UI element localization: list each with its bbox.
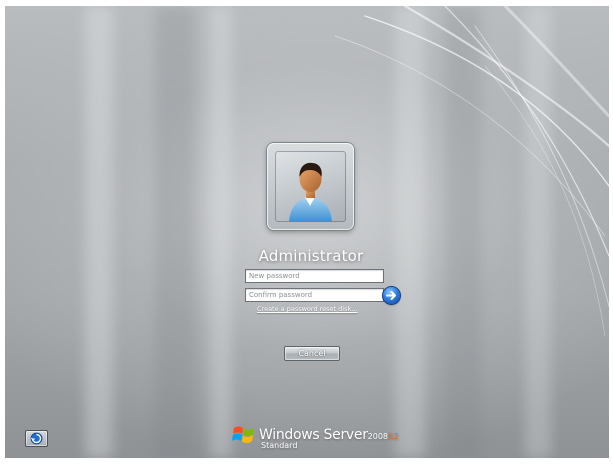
brand-release: R2 — [388, 432, 399, 441]
logon-screen: Administrator Create a password reset di… — [5, 6, 609, 458]
user-avatar-icon — [289, 162, 332, 222]
ease-of-access-icon — [30, 432, 43, 445]
confirm-password-field[interactable] — [245, 288, 384, 302]
windows-flag-icon — [232, 426, 254, 443]
new-password-field[interactable] — [245, 269, 384, 283]
avatar — [275, 151, 346, 222]
user-tile — [267, 143, 354, 230]
windows-branding: Windows Server2008R2 Standard — [232, 422, 402, 456]
brand-edition: Standard — [261, 441, 298, 450]
submit-button[interactable] — [383, 287, 400, 304]
user-name: Administrator — [258, 247, 364, 265]
arrow-right-icon — [386, 291, 396, 300]
brand-version: 2008 — [367, 432, 389, 441]
background-swoosh — [334, 6, 609, 337]
ease-of-access-button[interactable] — [25, 430, 48, 447]
create-password-reset-disk-link[interactable]: Create a password reset disk... — [257, 305, 357, 313]
cancel-button[interactable]: Cancel — [284, 346, 340, 361]
